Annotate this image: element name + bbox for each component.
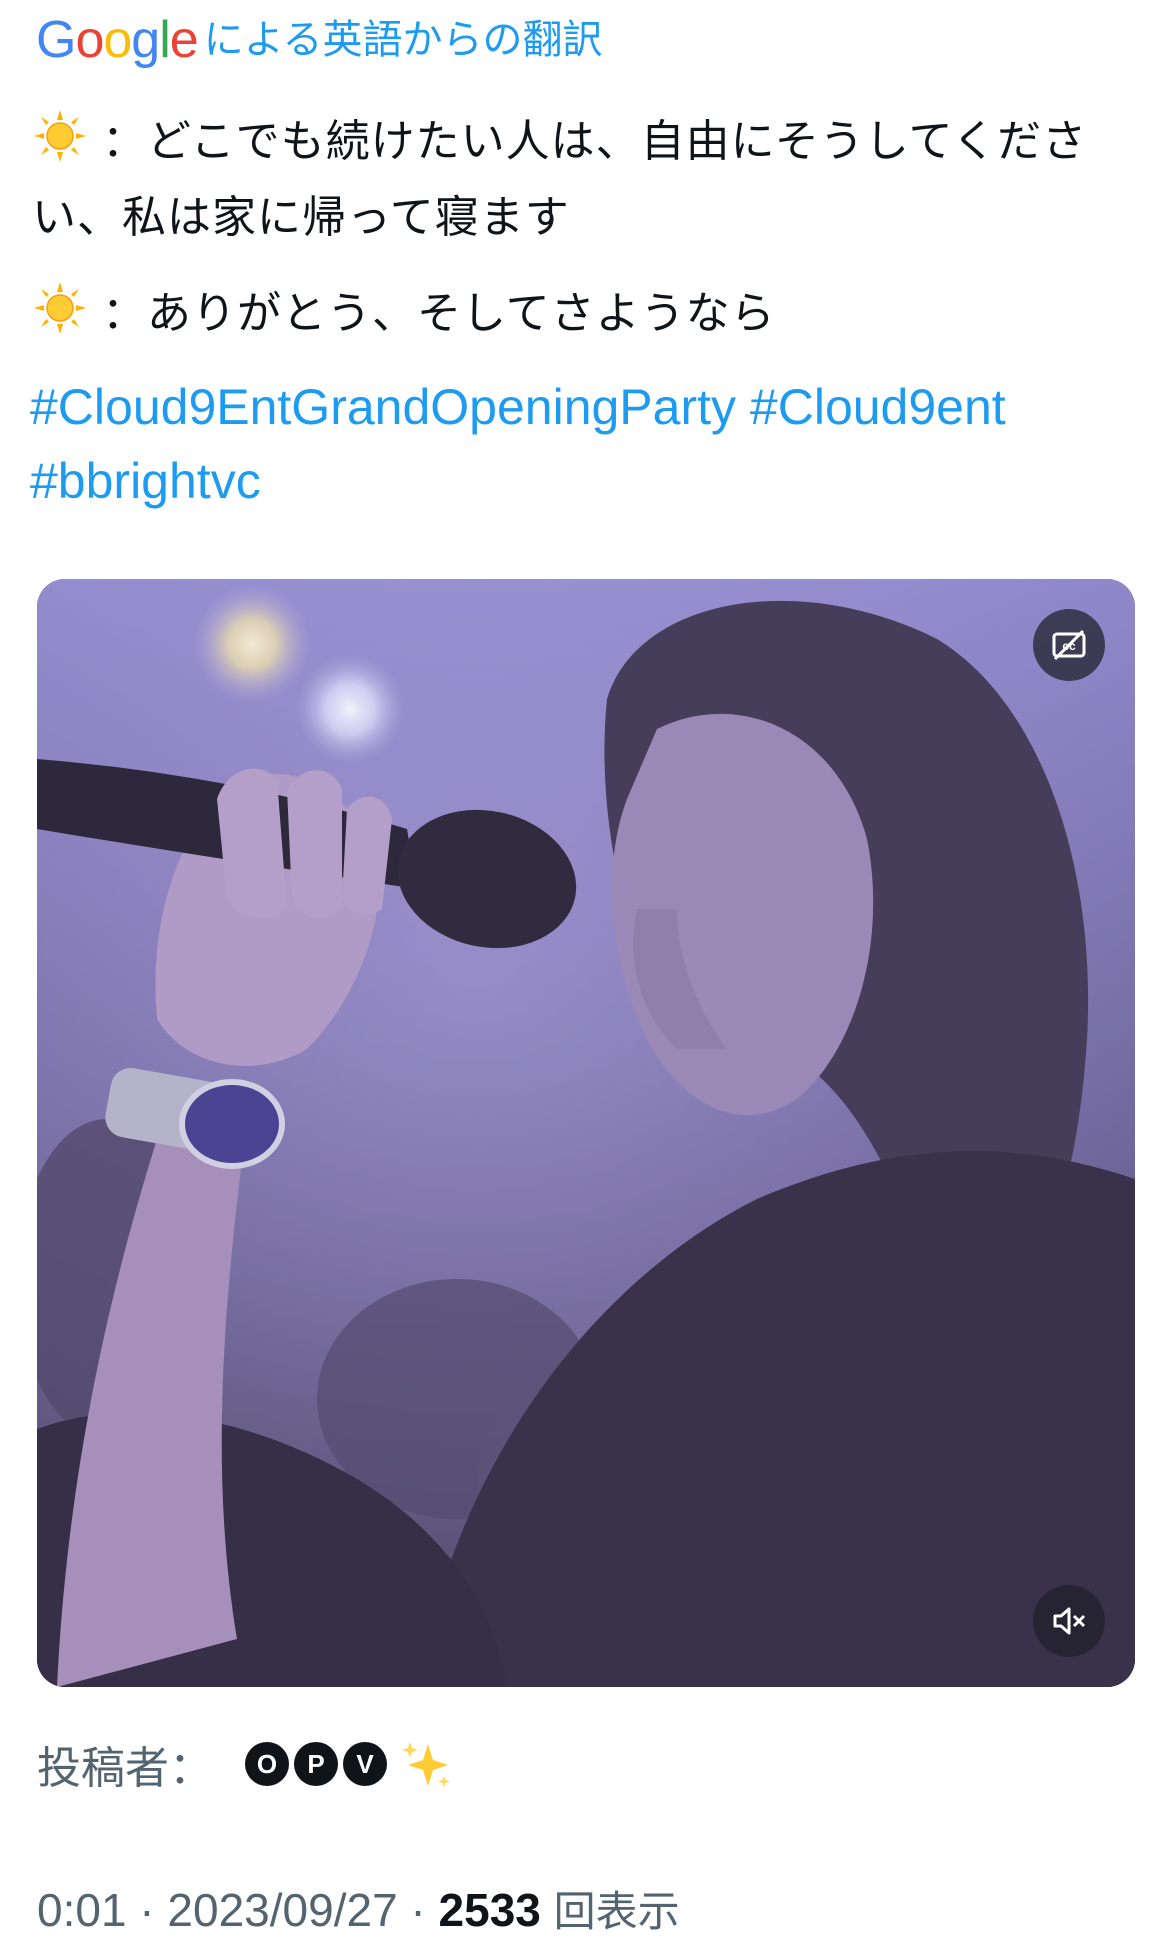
tweet-text-line-1: ：どこでも続けたい人は、自由にそうしてください、私は家に帰って寝ます [32,104,1130,256]
mute-button[interactable] [1033,1585,1105,1657]
views-count: 2533 [438,1884,541,1936]
video-player[interactable]: cc [37,579,1135,1687]
tweet-text: ：どこでも続けたい人は、自由にそうしてください、私は家に帰って寝ます [32,116,1088,243]
video-frame [37,579,1135,1687]
sun-emoji-icon [34,282,86,334]
views-label: 回表示 [553,1887,680,1936]
tweet-meta: 0:01 · 2023/09/27 · 2533 回表示 [37,1878,680,1938]
translation-label[interactable]: による英語からの翻訳 [204,8,603,72]
uploader-badge[interactable]: O P V [245,1742,392,1786]
captions-off-icon: cc [1052,629,1086,661]
google-logo: Google [36,8,199,72]
hashtag-link[interactable]: #Cloud9EntGrandOpeningParty [30,379,736,435]
google-letter: G [36,11,76,69]
google-letter: g [131,11,160,69]
meta-separator: · [126,1884,168,1936]
captions-button[interactable]: cc [1033,609,1105,681]
sparkles-emoji-icon [402,1742,450,1787]
uploader-badge-letter: P [294,1742,338,1786]
sun-emoji-icon [34,110,86,162]
speaker-muted-icon [1053,1607,1086,1635]
tweet-text-line-2: ：ありがとう、そしてさようなら [32,276,1130,352]
uploader-badge-letter: V [343,1742,387,1786]
posted-by-label: 投稿者： [37,1743,213,1794]
meta-separator: · [397,1884,439,1936]
google-letter: e [169,11,199,69]
hashtags: #Cloud9EntGrandOpeningParty #Cloud9ent #… [30,370,1130,518]
uploader-badge-letter: O [245,1742,289,1786]
hashtag-link[interactable]: #Cloud9ent [750,379,1006,435]
post-date[interactable]: 2023/09/27 [167,1884,397,1936]
posted-by: 投稿者： O P V [37,1734,454,1794]
google-letter: l [159,11,171,69]
translation-header[interactable]: Google による英語からの翻訳 [36,8,603,72]
google-letter: o [75,11,104,69]
google-letter: o [103,11,132,69]
hashtag-link[interactable]: #bbrightvc [30,453,261,509]
video-time: 0:01 [37,1884,127,1936]
tweet-text: ：ありがとう、そしてさようなら [102,288,776,339]
